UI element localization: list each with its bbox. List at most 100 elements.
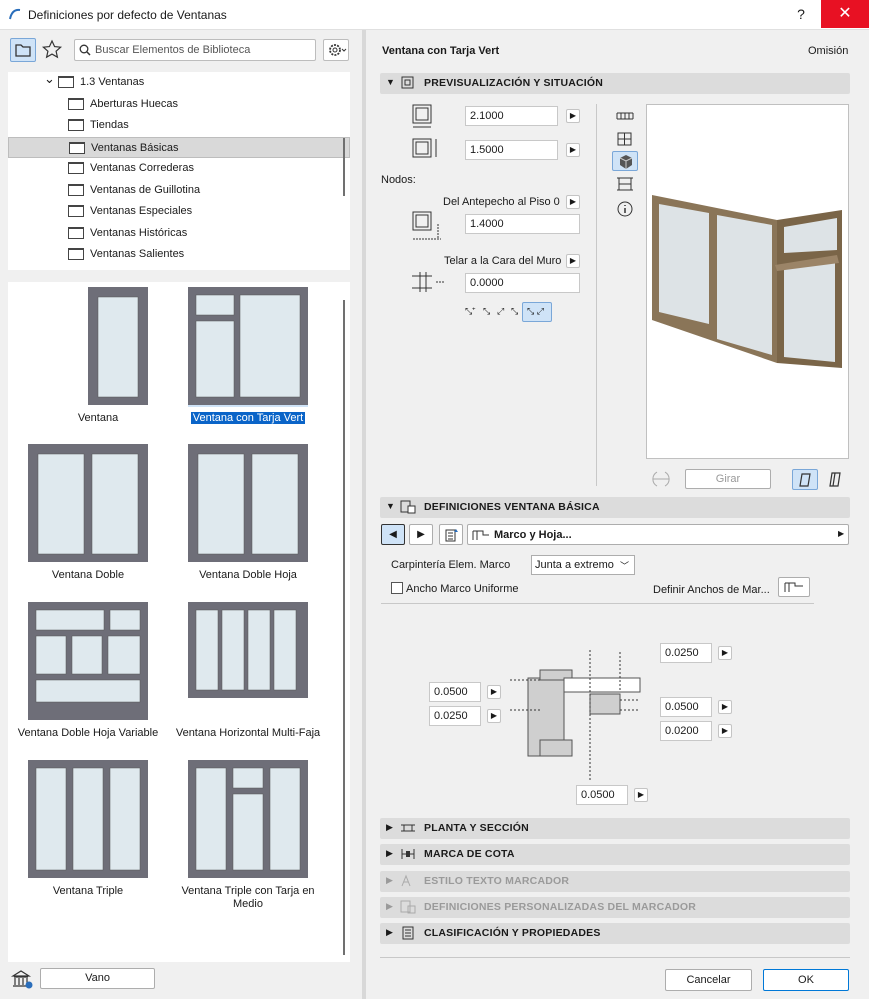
page-list-button[interactable]	[439, 524, 463, 545]
frame-joint-select[interactable]: Junta a extremo ﹀	[531, 555, 635, 575]
anchor-option-4-icon[interactable]: ⤡	[511, 306, 518, 317]
library-item-thumbnail[interactable]	[28, 602, 148, 722]
tree-item[interactable]: Tiendas	[8, 115, 350, 137]
open-side-1-button[interactable]	[792, 469, 818, 490]
library-item-thumbnail[interactable]	[188, 444, 308, 564]
search-icon	[79, 44, 91, 56]
library-item-thumbnail[interactable]	[188, 287, 308, 407]
uniform-frame-checkbox[interactable]	[391, 582, 403, 594]
anchor-option-3-icon[interactable]: ⤢	[497, 306, 504, 317]
library-item-thumbnail[interactable]	[188, 760, 308, 880]
anchor-option-2-icon[interactable]: ⤡	[483, 306, 490, 317]
dim-right-bottom-field[interactable]: 0.0200	[660, 721, 712, 741]
tree-item[interactable]: Ventanas Históricas	[8, 223, 350, 245]
tree-item[interactable]: Ventanas Básicas	[8, 136, 350, 158]
selected-object-title: Ventana con Tarja Vert	[382, 45, 500, 57]
section-view-icon[interactable]	[616, 176, 634, 192]
dim-left-bottom-field[interactable]: 0.0250	[429, 706, 481, 726]
section-plan-header[interactable]: ▶ PLANTA Y SECCIÓN	[380, 818, 850, 839]
library-item-thumbnail[interactable]	[188, 602, 308, 722]
library-item-label[interactable]: Ventana Triple con Tarja en Medio	[168, 885, 328, 911]
separator-line	[381, 603, 814, 604]
library-item-label[interactable]: Ventana Horizontal Multi-Faja	[168, 727, 328, 740]
library-item-label[interactable]: Ventana Doble Hoja	[168, 569, 328, 582]
sill-height-field[interactable]: 1.4000	[465, 214, 580, 234]
tree-item[interactable]: Ventanas Especiales	[8, 201, 350, 223]
preview-separator	[596, 104, 597, 486]
section-preview-header[interactable]: ▼ PREVISUALIZACIÓN Y SITUACIÓN	[380, 73, 850, 94]
section-label: PREVISUALIZACIÓN Y SITUACIÓN	[424, 77, 604, 89]
sill-reference-menu-button[interactable]: ▶	[566, 195, 580, 209]
elevation-view-icon[interactable]	[616, 131, 634, 147]
section-label: PLANTA Y SECCIÓN	[424, 822, 529, 834]
page-list-icon	[445, 529, 458, 542]
prev-page-button[interactable]: ◀	[381, 524, 405, 545]
sill-reference-label[interactable]: Del Antepecho al Piso 0	[443, 196, 560, 208]
info-icon[interactable]	[616, 200, 634, 218]
library-settings-button[interactable]	[323, 39, 349, 61]
3d-preview-canvas[interactable]	[646, 104, 849, 459]
library-item-label[interactable]: Ventana	[18, 412, 178, 425]
library-item-label[interactable]: Ventana Triple	[8, 885, 168, 898]
folder-view-button[interactable]	[10, 38, 36, 62]
tree-item[interactable]: ⌄ 1.3 Ventanas	[8, 71, 350, 94]
dim-bottom-menu-button[interactable]: ▶	[634, 788, 648, 802]
plan-view-icon[interactable]	[616, 108, 634, 124]
library-item-label[interactable]: Ventana Doble Hoja Variable	[8, 727, 168, 740]
tree-item[interactable]: Ventanas de Guillotina	[8, 180, 350, 202]
next-page-button[interactable]: ▶	[409, 524, 433, 545]
reveal-depth-field[interactable]: 0.0000	[465, 273, 580, 293]
section-basic-header[interactable]: ▼ DEFINICIONES VENTANA BÁSICA	[380, 497, 850, 518]
height-field[interactable]: 1.5000	[465, 140, 558, 160]
custom-marker-icon	[400, 900, 416, 914]
help-button[interactable]: ?	[783, 0, 819, 28]
expand-arrow-icon: ▶	[386, 822, 393, 832]
tree-item[interactable]: Aberturas Huecas	[8, 94, 350, 116]
library-item-label[interactable]: Ventana con Tarja Vert	[168, 412, 328, 425]
width-field[interactable]: 2.1000	[465, 106, 558, 126]
window-open-right-icon[interactable]	[827, 471, 845, 489]
cancel-button[interactable]: Cancelar	[665, 969, 752, 991]
tree-item-label: Ventanas Básicas	[91, 141, 179, 154]
library-item-thumbnail[interactable]	[28, 760, 148, 880]
page-select[interactable]: Marco y Hoja... ▶	[467, 524, 849, 545]
dim-top-right-field[interactable]: 0.0250	[660, 643, 712, 663]
anchor-option-selected[interactable]: ⤡ ⤢	[522, 302, 552, 322]
tree-item[interactable]: Ventanas Correderas	[8, 158, 350, 180]
dim-left-top-menu-button[interactable]: ▶	[487, 685, 501, 699]
define-widths-button[interactable]	[778, 577, 810, 597]
library-item-thumbnail[interactable]	[28, 444, 148, 564]
section-classification-header[interactable]: ▶ CLASIFICACIÓN Y PROPIEDADES	[380, 923, 850, 944]
favorites-button[interactable]	[40, 38, 66, 62]
vano-button[interactable]: Vano	[40, 968, 155, 989]
dim-right-top-field[interactable]: 0.0500	[660, 697, 712, 717]
dim-left-bottom-menu-button[interactable]: ▶	[487, 709, 501, 723]
preview-section-icon	[401, 76, 414, 89]
library-manager-button[interactable]	[10, 968, 34, 990]
library-item-label[interactable]: Ventana Doble	[8, 569, 168, 582]
library-item-thumbnail[interactable]	[58, 287, 178, 407]
reveal-reference-label[interactable]: Telar a la Cara del Muro	[444, 255, 561, 267]
sill-height-icon	[412, 211, 441, 240]
window-open-left-icon	[799, 473, 811, 487]
expand-chevron-icon[interactable]: ⌄	[44, 68, 55, 90]
library-tree: ⌄ 1.3 Ventanas Aberturas Huecas Tiendas Vent…	[8, 71, 350, 270]
section-dimension-header[interactable]: ▶ MARCA DE COTA	[380, 844, 850, 865]
width-menu-button[interactable]: ▶	[566, 109, 580, 123]
gear-icon	[329, 44, 347, 56]
dim-bottom-field[interactable]: 0.0500	[576, 785, 628, 805]
ok-button[interactable]: OK	[763, 969, 849, 991]
3d-view-button[interactable]	[612, 151, 638, 171]
reveal-reference-menu-button[interactable]: ▶	[566, 254, 580, 268]
tree-item[interactable]: Ventanas Salientes	[8, 244, 350, 266]
dim-left-top-field[interactable]: 0.0500	[429, 682, 481, 702]
dim-top-right-menu-button[interactable]: ▶	[718, 646, 732, 660]
grid-scrollbar[interactable]	[343, 300, 345, 955]
rotate-button[interactable]: Girar	[685, 469, 771, 489]
height-menu-button[interactable]: ▶	[566, 143, 580, 157]
anchor-option-1-icon[interactable]: ⤡⁺	[465, 306, 475, 317]
dim-right-bottom-menu-button[interactable]: ▶	[718, 724, 732, 738]
dim-right-top-menu-button[interactable]: ▶	[718, 700, 732, 714]
tree-scrollbar[interactable]	[343, 138, 345, 196]
close-button[interactable]: ✕	[821, 0, 869, 28]
